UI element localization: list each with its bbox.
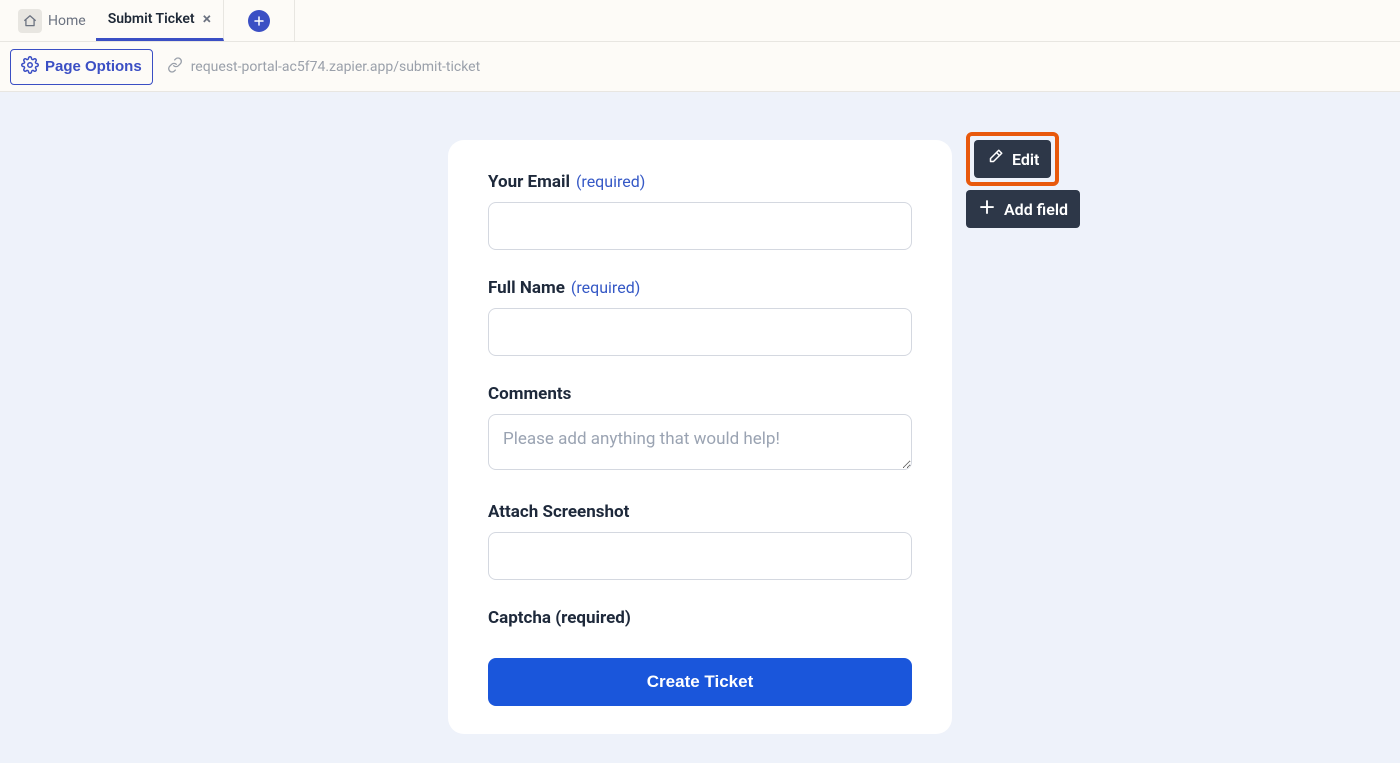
- field-label: Attach Screenshot: [488, 502, 629, 522]
- tab-active-label: Submit Ticket: [108, 11, 195, 27]
- link-icon: [167, 57, 183, 77]
- field-label: Comments: [488, 384, 571, 404]
- add-field-button[interactable]: Add field: [966, 190, 1080, 228]
- comments-textarea[interactable]: [488, 414, 912, 470]
- floating-actions: Edit Add field: [966, 132, 1080, 228]
- add-field-label: Add field: [1004, 200, 1068, 219]
- add-tab-button[interactable]: [248, 10, 270, 32]
- plus-icon: [978, 198, 996, 220]
- home-icon: [18, 9, 42, 33]
- tab-bar: Home Submit Ticket ×: [0, 0, 1400, 42]
- attach-screenshot-input[interactable]: [488, 532, 912, 580]
- your-email-input[interactable]: [488, 202, 912, 250]
- field-attach-screenshot: Attach Screenshot: [488, 502, 912, 580]
- url-text: request-portal-ac5f74.zapier.app/submit-…: [191, 59, 481, 75]
- page-options-button[interactable]: Page Options: [10, 49, 153, 85]
- url-display: request-portal-ac5f74.zapier.app/submit-…: [167, 57, 481, 77]
- divider: [294, 0, 295, 41]
- close-icon[interactable]: ×: [203, 11, 212, 27]
- field-label: Full Name: [488, 278, 565, 298]
- edit-button-highlight: Edit: [966, 132, 1059, 186]
- edit-label: Edit: [1012, 150, 1039, 169]
- field-comments: Comments: [488, 384, 912, 474]
- canvas: Your Email (required) Full Name (require…: [0, 92, 1400, 763]
- tab-submit-ticket[interactable]: Submit Ticket ×: [96, 0, 224, 41]
- form-card: Your Email (required) Full Name (require…: [448, 140, 952, 734]
- required-label: (required): [571, 278, 640, 297]
- required-label: (required): [576, 172, 645, 191]
- field-label: Your Email: [488, 172, 570, 192]
- pencil-icon: [986, 148, 1004, 170]
- toolbar: Page Options request-portal-ac5f74.zapie…: [0, 42, 1400, 92]
- captcha-label: Captcha (required): [488, 608, 912, 628]
- field-your-email: Your Email (required): [488, 172, 912, 250]
- tab-home-label: Home: [48, 13, 86, 29]
- full-name-input[interactable]: [488, 308, 912, 356]
- field-full-name: Full Name (required): [488, 278, 912, 356]
- edit-button[interactable]: Edit: [974, 140, 1051, 178]
- page-options-label: Page Options: [45, 58, 142, 75]
- gear-icon: [21, 56, 39, 78]
- tab-home[interactable]: Home: [8, 3, 96, 39]
- create-ticket-button[interactable]: Create Ticket: [488, 658, 912, 706]
